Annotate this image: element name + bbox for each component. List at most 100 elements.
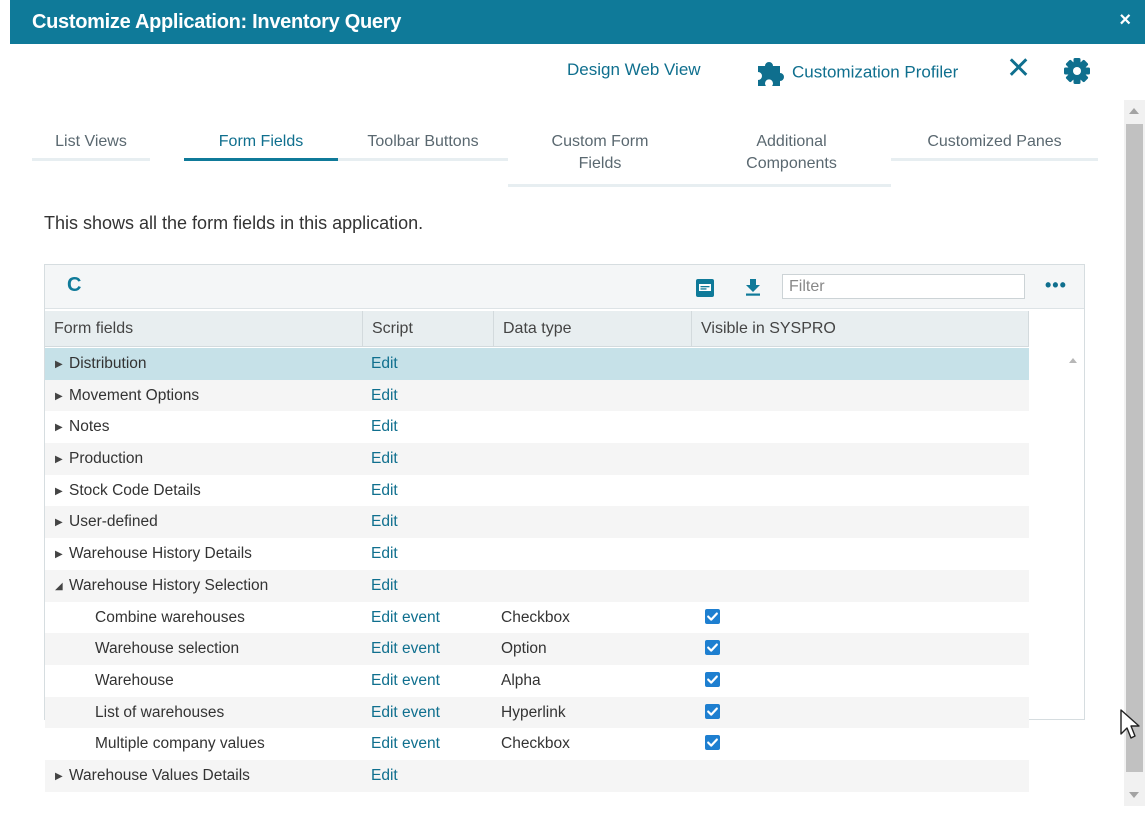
collapsed-triangle-icon[interactable]: ▶ (55, 761, 69, 793)
table-row[interactable]: ▶ Distribution Edit (45, 348, 1029, 380)
edit-link[interactable]: Edit (371, 380, 398, 412)
tab-customized-panes[interactable]: Customized Panes (891, 100, 1098, 161)
tab-label: Additional Components (746, 133, 837, 172)
collapsed-triangle-icon[interactable]: ▶ (55, 507, 69, 539)
grid-scrollbar[interactable] (1064, 348, 1084, 719)
edit-link[interactable]: Edit (371, 570, 398, 602)
column-header-visible[interactable]: Visible in SYSPRO (692, 311, 1029, 347)
collapsed-triangle-icon[interactable]: ▶ (55, 476, 69, 508)
column-header-form-fields[interactable]: Form fields (45, 311, 363, 347)
edit-event-link[interactable]: Edit event (371, 728, 440, 760)
table-row[interactable]: Combine warehouses Edit event Checkbox (45, 602, 1029, 634)
table-row[interactable]: ▶ Production Edit (45, 443, 1029, 475)
gear-icon[interactable] (1062, 56, 1092, 86)
edit-event-link[interactable]: Edit event (371, 665, 440, 697)
scrollbar-thumb[interactable] (1126, 124, 1143, 772)
dialog-scrollbar[interactable] (1124, 100, 1145, 806)
visible-checkbox[interactable] (705, 703, 720, 719)
edit-link[interactable]: Edit (371, 443, 398, 475)
table-row[interactable]: ▶ Warehouse Values Details Edit (45, 759, 1029, 793)
tab-underline (891, 158, 1098, 161)
edit-event-link[interactable]: Edit event (371, 602, 440, 634)
table-row[interactable]: ▶ Stock Code Details Edit (45, 475, 1029, 507)
form-field-name-cell: List of warehouses (95, 697, 224, 729)
visible-checkbox[interactable] (705, 735, 720, 751)
visible-checkbox[interactable] (705, 640, 720, 656)
table-row[interactable]: Warehouse selection Edit event Option (45, 633, 1029, 665)
customization-profiler-link[interactable]: Customization Profiler (754, 60, 958, 86)
form-field-name-cell: ▶ Production (55, 443, 143, 475)
column-header-script[interactable]: Script (363, 311, 494, 347)
table-row[interactable]: ▶ Notes Edit (45, 411, 1029, 443)
edit-event-link[interactable]: Edit event (371, 633, 440, 665)
refresh-icon[interactable]: C (67, 274, 81, 297)
edit-link[interactable]: Edit (371, 411, 398, 443)
grid-header: Form fields Script Data type Visible in … (45, 311, 1029, 347)
checkmark-icon (707, 675, 718, 684)
tab-underline (338, 158, 508, 161)
column-header-data-type[interactable]: Data type (494, 311, 692, 347)
tab-underline (184, 158, 338, 161)
download-icon[interactable] (745, 278, 761, 296)
form-field-name: Warehouse History Selection (69, 576, 269, 594)
collapsed-triangle-icon[interactable]: ▶ (55, 412, 69, 444)
tab-toolbar-buttons[interactable]: Toolbar Buttons (338, 100, 508, 161)
visible-checkbox[interactable] (705, 671, 720, 687)
tab-additional-components[interactable]: Additional Components (692, 100, 891, 187)
collapsed-triangle-icon[interactable]: ▶ (55, 381, 69, 413)
form-field-name: Notes (69, 418, 110, 436)
edit-link[interactable]: Edit (371, 348, 398, 380)
edit-link[interactable]: Edit (371, 506, 398, 538)
table-row[interactable]: Multiple company values Edit event Checkbo… (45, 728, 1029, 760)
table-row[interactable]: ◢ Warehouse History Selection Edit (45, 569, 1029, 603)
edit-link[interactable]: Edit (371, 475, 398, 507)
expanded-triangle-icon[interactable]: ◢ (55, 571, 69, 603)
tab-underline (692, 184, 891, 187)
tab-label: Customized Panes (927, 133, 1062, 150)
close-icon[interactable]: ✕ (1006, 54, 1031, 84)
form-field-name: List of warehouses (95, 703, 225, 721)
form-field-name: Warehouse History Details (69, 545, 252, 563)
table-row[interactable]: ▶ User-defined Edit (45, 506, 1029, 539)
table-row[interactable]: ▶ Warehouse History Details Edit (45, 538, 1029, 570)
checkmark-icon (707, 707, 718, 716)
table-row[interactable]: ▶ Movement Options Edit (45, 379, 1029, 413)
tab-form-fields[interactable]: Form Fields (184, 100, 338, 161)
grid-scroll-up-icon[interactable] (1069, 358, 1077, 363)
form-field-name: Warehouse selection (95, 640, 240, 658)
form-field-name-cell: Multiple company values (95, 728, 265, 760)
design-web-view-link[interactable]: Design Web View (567, 60, 701, 80)
form-field-name: Movement Options (69, 386, 200, 404)
scroll-up-icon[interactable] (1129, 108, 1139, 114)
data-type-cell: Hyperlink (501, 703, 566, 721)
more-icon[interactable]: ••• (1045, 275, 1067, 296)
table-row[interactable]: Warehouse Edit event Alpha (45, 665, 1029, 697)
tab-list-views[interactable]: List Views (32, 100, 150, 161)
edit-event-link[interactable]: Edit event (371, 697, 440, 729)
collapsed-triangle-icon[interactable]: ▶ (55, 349, 69, 381)
pdf-icon[interactable] (696, 279, 714, 297)
filter-input[interactable] (782, 274, 1025, 299)
edit-link[interactable]: Edit (371, 538, 398, 570)
checkmark-icon (707, 643, 718, 652)
form-field-name: User-defined (69, 513, 158, 531)
collapsed-triangle-icon[interactable]: ▶ (55, 539, 69, 571)
table-row[interactable]: List of warehouses Edit event Hyperlink (45, 696, 1029, 729)
collapsed-triangle-icon[interactable]: ▶ (55, 444, 69, 476)
form-field-name: Distribution (69, 355, 147, 372)
edit-link[interactable]: Edit (371, 760, 398, 792)
form-field-name: Production (69, 450, 144, 468)
visible-checkbox[interactable] (705, 608, 720, 624)
form-field-name-cell: ▶ User-defined (55, 506, 158, 538)
tab-custom-form-fields[interactable]: Custom Form Fields (508, 100, 692, 187)
scroll-down-icon[interactable] (1129, 792, 1139, 798)
checkmark-icon (707, 612, 718, 621)
checkmark-icon (707, 738, 718, 747)
form-field-name-cell: Combine warehouses (95, 602, 245, 634)
top-action-bar: Design Web View Customization Profiler ✕ (10, 44, 1125, 100)
page-description: This shows all the form fields in this a… (44, 213, 424, 233)
dialog-close-icon[interactable]: × (1119, 9, 1131, 32)
tab-label: Custom Form Fields (551, 133, 649, 172)
data-type-cell: Alpha (501, 671, 541, 689)
form-field-name: Warehouse (95, 671, 174, 689)
